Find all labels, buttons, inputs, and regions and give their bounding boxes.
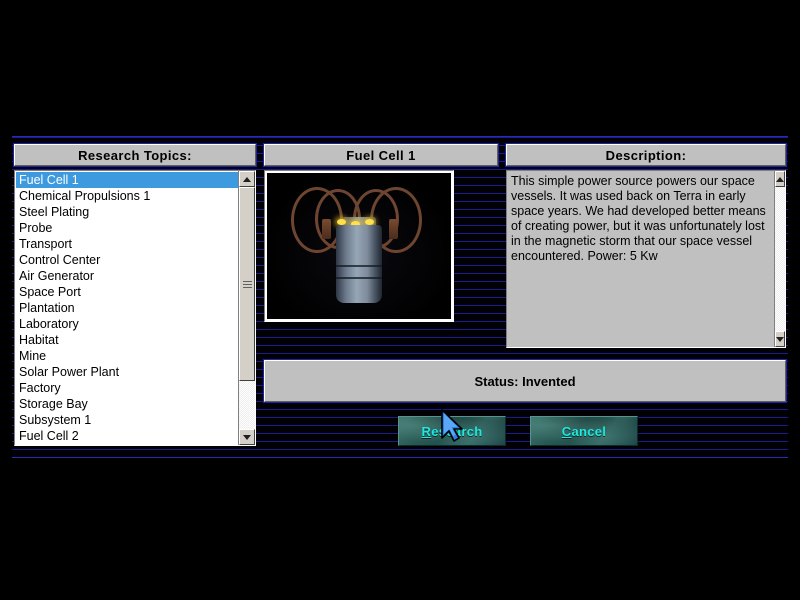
topics-scroll-up-button[interactable] xyxy=(239,171,255,187)
description-scroll-up-button[interactable] xyxy=(775,171,785,187)
description-scroll-down-button[interactable] xyxy=(775,331,785,347)
status-badge: Status: Invented xyxy=(263,359,787,403)
topic-list-item[interactable]: Space Port xyxy=(16,284,238,300)
research-button-label: Research xyxy=(422,424,483,439)
topic-list-item-label: Habitat xyxy=(19,333,59,347)
topic-list-item[interactable]: Steel Plating xyxy=(16,204,238,220)
topic-list-item-label: Transport xyxy=(19,237,73,251)
topic-list-item-label: Factory xyxy=(19,381,61,395)
topic-list-item-label: Space Port xyxy=(19,285,81,299)
topic-list-item[interactable]: Solar Power Plant xyxy=(16,364,238,380)
topic-list-item-label: Storage Bay xyxy=(19,397,88,411)
topic-list-item[interactable]: Subsystem 1 xyxy=(16,412,238,428)
game-screen: Research Topics: Fuel Cell 1 Description… xyxy=(0,0,800,600)
description-text: This simple power source powers our spac… xyxy=(511,174,766,263)
cancel-label-rest: ancel xyxy=(571,423,607,439)
topic-list-item-label: Mine xyxy=(19,349,47,363)
cylinder-band-top xyxy=(336,265,382,267)
topic-list-item-label: Control Center xyxy=(19,253,101,267)
topic-list-item[interactable]: Probe xyxy=(16,220,238,236)
fuel-cell-render-image xyxy=(267,173,451,319)
topic-list-item-label: Laboratory xyxy=(19,317,79,331)
description-scrollbar[interactable] xyxy=(774,171,785,347)
topic-list-item[interactable]: Transport xyxy=(16,236,238,252)
port-right-icon xyxy=(389,219,398,239)
item-preview-frame xyxy=(264,170,454,322)
description-box[interactable]: This simple power source powers our spac… xyxy=(506,170,786,348)
triangle-up-icon xyxy=(776,176,784,182)
topic-list-item-label: Plantation xyxy=(19,301,75,315)
triangle-down-icon xyxy=(243,434,251,440)
topic-list-item-label: Fuel Cell 2 xyxy=(19,429,79,443)
topic-list-item[interactable]: Habitat xyxy=(16,332,238,348)
topics-scroll-down-button[interactable] xyxy=(239,429,255,445)
research-topics-list[interactable]: Fuel Cell 1 Chemical Propulsions 1 Steel P… xyxy=(15,171,238,445)
research-label-rest: esearch xyxy=(431,423,483,439)
topic-list-item[interactable]: Laboratory xyxy=(16,316,238,332)
cancel-button[interactable]: Cancel xyxy=(530,416,638,446)
selected-item-header-label: Fuel Cell 1 xyxy=(346,147,416,163)
research-topics-header: Research Topics: xyxy=(13,143,257,167)
topic-list-item-label: Subsystem 1 xyxy=(19,413,92,427)
topic-list-item[interactable]: Storage Bay xyxy=(16,396,238,412)
description-header: Description: xyxy=(505,143,787,167)
topic-list-item[interactable]: Control Center xyxy=(16,252,238,268)
triangle-down-icon xyxy=(776,336,784,342)
topic-list-item-label: Steel Plating xyxy=(19,205,90,219)
topic-list-item[interactable]: Plantation xyxy=(16,300,238,316)
port-left-icon xyxy=(322,219,331,239)
topic-list-item[interactable]: Chemical Propulsions 1 xyxy=(16,188,238,204)
topic-list-item-label: Air Generator xyxy=(19,269,95,283)
description-header-label: Description: xyxy=(605,147,687,163)
topic-list-item[interactable]: Air Generator xyxy=(16,268,238,284)
cylinder-band-bottom xyxy=(336,277,382,279)
cancel-accel-char: C xyxy=(561,423,572,439)
topic-list-item-label: Probe xyxy=(19,221,53,235)
cylinder-body xyxy=(336,225,382,303)
research-accel-char: R xyxy=(421,423,432,439)
triangle-up-icon xyxy=(243,176,251,182)
topic-list-item-label: Chemical Propulsions 1 xyxy=(19,189,151,203)
grip-icon xyxy=(242,280,252,288)
research-button[interactable]: Research xyxy=(398,416,506,446)
topics-scrollbar[interactable] xyxy=(238,171,255,445)
topic-list-item[interactable]: Factory xyxy=(16,380,238,396)
cancel-button-label: Cancel xyxy=(562,424,606,439)
topic-list-item-label: Solar Power Plant xyxy=(19,365,120,379)
status-label: Status: Invented xyxy=(474,373,576,389)
topic-list-item[interactable]: Fuel Cell 1 xyxy=(16,172,238,188)
topics-scroll-thumb[interactable] xyxy=(239,187,255,381)
description-scroll-track[interactable] xyxy=(775,187,785,331)
research-topics-header-label: Research Topics: xyxy=(78,147,192,163)
topics-scroll-track[interactable] xyxy=(239,187,255,429)
topic-list-item[interactable]: Mine xyxy=(16,348,238,364)
topic-list-item-label: Fuel Cell 1 xyxy=(19,173,79,187)
research-topics-listbox[interactable]: Fuel Cell 1 Chemical Propulsions 1 Steel P… xyxy=(14,170,256,446)
topic-list-item[interactable]: Fuel Cell 2 xyxy=(16,428,238,444)
selected-item-header: Fuel Cell 1 xyxy=(263,143,499,167)
